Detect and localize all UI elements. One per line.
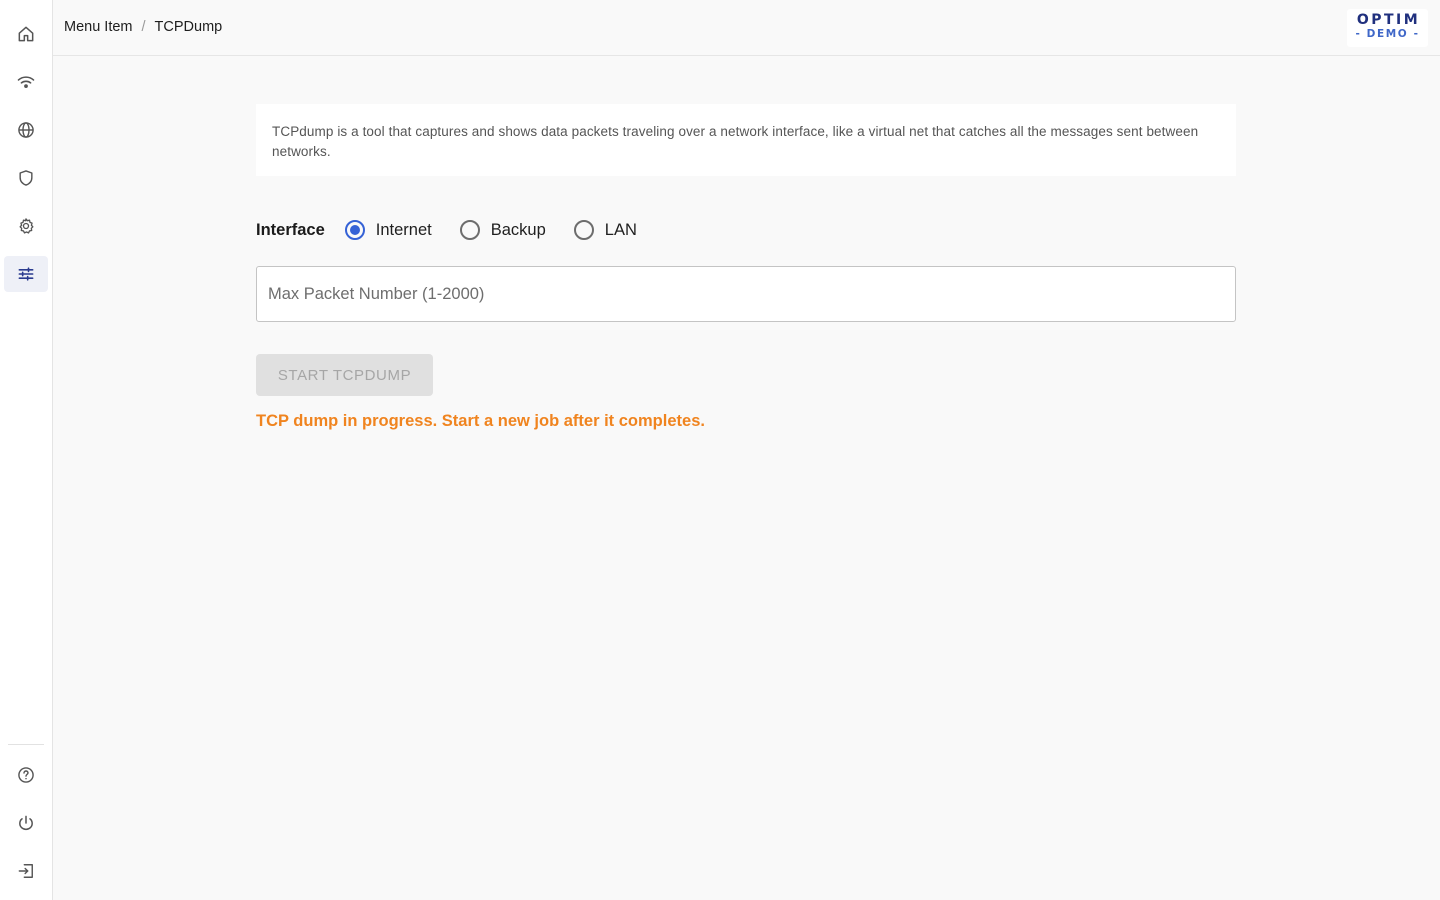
home-icon <box>18 26 34 42</box>
radio-label-lan: LAN <box>604 220 637 239</box>
power-icon <box>19 815 33 831</box>
breadcrumb: Menu Item / TCPDump <box>64 19 222 35</box>
wifi-icon <box>17 76 35 89</box>
interface-radio-group: Interface Internet Backup LAN <box>256 218 665 242</box>
start-tcpdump-button[interactable]: START TCPDUMP <box>256 354 433 396</box>
radio-lan[interactable] <box>573 220 594 240</box>
sidebar-item-wifi[interactable] <box>4 64 48 100</box>
sidebar-item-power[interactable] <box>4 805 48 841</box>
breadcrumb-separator: / <box>141 19 146 35</box>
sidebar <box>0 0 53 900</box>
shield-icon <box>19 170 33 186</box>
sidebar-item-home[interactable] <box>4 16 48 52</box>
interface-label: Interface <box>256 220 325 239</box>
optim-demo-logo: OPTIM - DEMO - <box>1347 9 1428 47</box>
radio-label-backup: Backup <box>490 220 546 239</box>
tcpdump-status-message: TCP dump in progress. Start a new job af… <box>256 412 705 430</box>
sliders-icon <box>18 267 34 281</box>
logo-line-2: - DEMO - <box>1355 28 1420 40</box>
sidebar-item-help[interactable] <box>4 757 48 793</box>
max-packet-number-input[interactable] <box>256 266 1236 322</box>
logo-line-1: OPTIM <box>1356 12 1421 28</box>
radio-option-internet[interactable]: Internet <box>344 220 432 240</box>
breadcrumb-current: TCPDump <box>154 19 223 35</box>
globe-icon <box>18 122 34 138</box>
sidebar-item-globe[interactable] <box>4 112 48 148</box>
radio-internet[interactable] <box>344 220 365 240</box>
radio-label-internet: Internet <box>375 220 432 239</box>
sidebar-item-settings[interactable] <box>4 208 48 244</box>
sidebar-item-logout[interactable] <box>4 853 48 889</box>
top-bar: Menu Item / TCPDump OPTIM - DEMO - <box>53 0 1440 56</box>
gear-icon <box>19 218 34 234</box>
sidebar-divider <box>8 744 44 745</box>
breadcrumb-parent-link[interactable]: Menu Item <box>64 19 133 35</box>
sidebar-item-security[interactable] <box>4 160 48 196</box>
sidebar-item-tools[interactable] <box>4 256 48 292</box>
description-panel: TCPdump is a tool that captures and show… <box>256 104 1236 176</box>
help-icon <box>18 767 34 783</box>
radio-option-lan[interactable]: LAN <box>573 220 637 240</box>
radio-option-backup[interactable]: Backup <box>459 220 546 240</box>
radio-backup[interactable] <box>459 220 480 240</box>
logout-icon <box>18 864 33 878</box>
